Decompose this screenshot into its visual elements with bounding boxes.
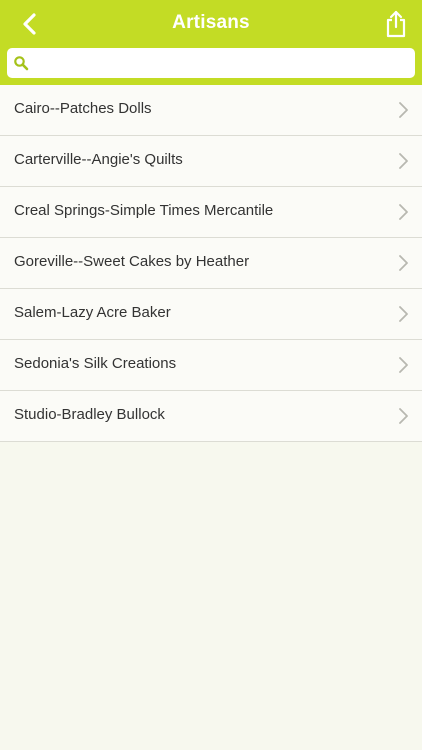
chevron-right-icon xyxy=(399,306,408,322)
chevron-right-icon xyxy=(399,408,408,424)
chevron-right-icon xyxy=(399,204,408,220)
page-title: Artisans xyxy=(172,12,250,33)
list-item[interactable]: Carterville--Angie's Quilts xyxy=(0,136,422,187)
list-item[interactable]: Sedonia's Silk Creations xyxy=(0,340,422,391)
list-item-label: Salem-Lazy Acre Baker xyxy=(14,304,171,321)
share-icon xyxy=(386,10,406,38)
list-item[interactable]: Cairo--Patches Dolls xyxy=(0,85,422,136)
chevron-right-icon xyxy=(399,255,408,271)
list-item[interactable]: Salem-Lazy Acre Baker xyxy=(0,289,422,340)
chevron-right-icon xyxy=(399,153,408,169)
list-item-label: Creal Springs-Simple Times Mercantile xyxy=(14,202,274,219)
list-item-label: Cairo--Patches Dolls xyxy=(14,100,152,117)
share-button[interactable] xyxy=(380,8,412,40)
nav-bar: Artisans xyxy=(0,0,422,85)
chevron-right-icon xyxy=(399,357,408,373)
list-item[interactable]: Studio-Bradley Bullock xyxy=(0,391,422,442)
list-item[interactable]: Creal Springs-Simple Times Mercantile xyxy=(0,187,422,238)
list-item-label: Goreville--Sweet Cakes by Heather xyxy=(14,253,250,270)
list-item[interactable]: Goreville--Sweet Cakes by Heather xyxy=(0,238,422,289)
search-icon xyxy=(14,56,29,71)
list-item-label: Carterville--Angie's Quilts xyxy=(14,151,183,168)
artisan-list: Cairo--Patches Dolls Carterville--Angie'… xyxy=(0,85,422,442)
search-input[interactable] xyxy=(35,48,409,78)
list-item-label: Sedonia's Silk Creations xyxy=(14,355,177,372)
search-bar[interactable] xyxy=(7,48,415,78)
list-item-label: Studio-Bradley Bullock xyxy=(14,406,165,423)
chevron-right-icon xyxy=(399,102,408,118)
